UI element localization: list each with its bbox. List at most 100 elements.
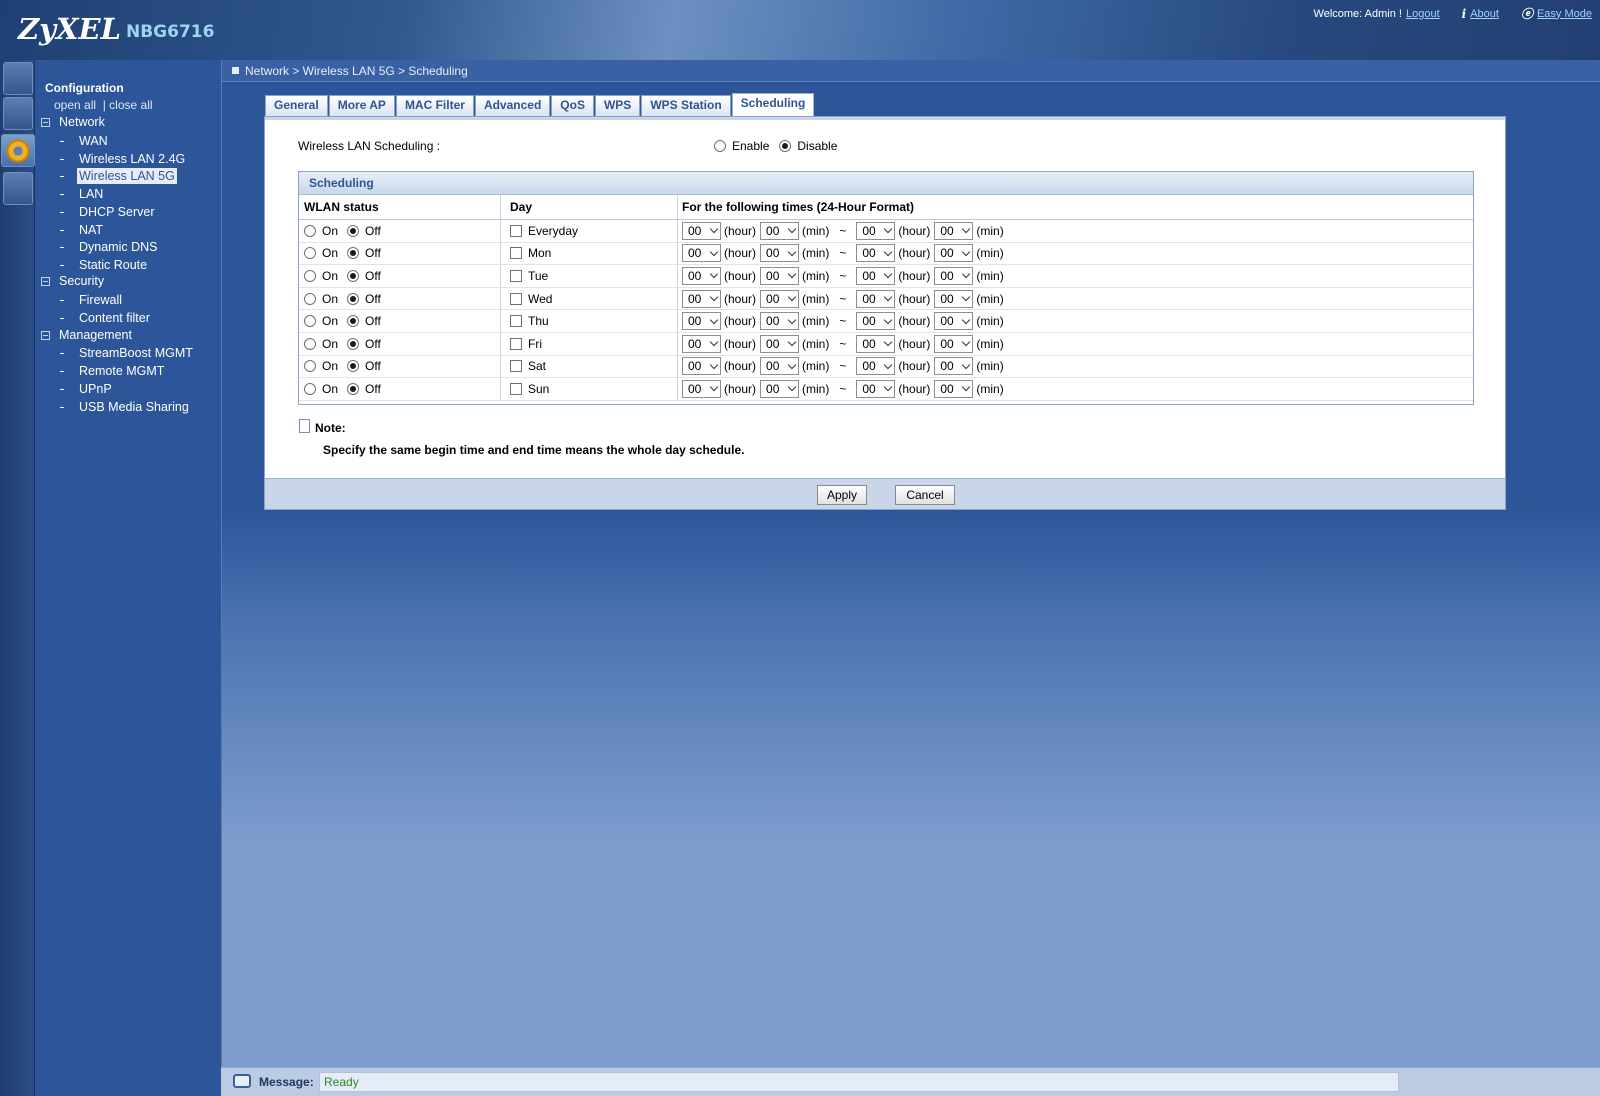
maintenance-icon[interactable] [3,172,33,205]
tab-mac-filter[interactable]: MAC Filter [395,95,474,116]
start-hour-select[interactable]: 00 [682,244,721,263]
end-min-select[interactable]: 00 [934,312,974,331]
end-hour-select[interactable]: 00 [856,379,896,398]
start-min-select[interactable]: 00 [760,334,800,353]
start-hour-select[interactable]: 00 [682,221,721,240]
sidebar-group-network[interactable]: Network [41,115,105,129]
times-cell: 00 (hour) 00 (min) ~00 (hour) 00 (min) [678,378,1473,400]
status-on-radio[interactable] [304,382,316,395]
close-all-link[interactable]: | close all [103,98,153,112]
start-min-select[interactable]: 00 [760,379,800,398]
status-monitor-icon[interactable] [3,62,33,95]
day-checkbox[interactable] [510,292,522,305]
sidebar-item-lan[interactable]: LAN [60,186,105,202]
sidebar-item-streamboost-mgmt[interactable]: StreamBoost MGMT [60,345,195,361]
configuration-gear-icon[interactable] [1,134,35,167]
day-checkbox[interactable] [510,224,522,237]
status-off-radio[interactable] [347,337,360,350]
status-on-radio[interactable] [304,292,316,305]
status-off-radio[interactable] [347,382,360,395]
start-hour-select[interactable]: 00 [682,357,721,376]
day-checkbox[interactable] [510,315,522,328]
start-min-select[interactable]: 00 [760,289,800,308]
start-hour-select[interactable]: 00 [682,266,721,285]
collapse-icon[interactable] [41,117,50,127]
status-off-radio[interactable] [347,247,360,260]
end-hour-select[interactable]: 00 [856,244,896,263]
status-on-radio[interactable] [304,269,316,282]
easy-mode-link[interactable]: Easy Mode [1537,8,1592,20]
sidebar-item-wireless-lan-2-4g[interactable]: Wireless LAN 2.4G [60,151,187,167]
sidebar-item-content-filter[interactable]: Content filter [60,310,152,326]
end-hour-select[interactable]: 00 [856,312,896,331]
tab-scheduling[interactable]: Scheduling [731,93,815,116]
status-off-radio[interactable] [347,292,360,305]
status-off-radio[interactable] [347,360,360,373]
day-checkbox[interactable] [510,269,522,282]
status-off-label: Off [365,291,381,306]
start-hour-select[interactable]: 00 [682,312,721,331]
tab-wps-station[interactable]: WPS Station [641,95,731,116]
collapse-icon[interactable] [41,276,50,286]
end-min-select[interactable]: 00 [934,379,974,398]
status-off-radio[interactable] [347,315,360,328]
sidebar-item-firewall[interactable]: Firewall [60,292,124,308]
end-hour-select[interactable]: 00 [856,334,896,353]
collapse-icon[interactable] [41,330,50,340]
sidebar-item-static-route[interactable]: Static Route [60,257,149,273]
wls-enable-radio[interactable] [714,140,726,152]
end-min-select[interactable]: 00 [934,289,974,308]
sidebar-item-dhcp-server[interactable]: DHCP Server [60,204,156,220]
status-on-radio[interactable] [304,315,316,328]
start-hour-select[interactable]: 00 [682,289,721,308]
day-label: Wed [528,291,553,306]
start-hour-select[interactable]: 00 [682,379,721,398]
end-hour-select[interactable]: 00 [856,266,896,285]
about-link[interactable]: About [1470,8,1499,20]
tab-qos[interactable]: QoS [551,95,594,116]
tab-advanced[interactable]: Advanced [474,95,551,116]
sidebar-item-remote-mgmt[interactable]: Remote MGMT [60,363,166,379]
cancel-button[interactable]: Cancel [895,485,955,505]
day-checkbox[interactable] [510,247,522,260]
logout-link[interactable]: Logout [1406,8,1440,20]
open-all-link[interactable]: open all [54,98,96,112]
tab-general[interactable]: General [265,95,328,116]
end-min-select[interactable]: 00 [934,266,974,285]
end-hour-select[interactable]: 00 [856,221,896,240]
status-on-radio[interactable] [304,337,316,350]
end-min-select[interactable]: 00 [934,221,974,240]
end-min-select[interactable]: 00 [934,244,974,263]
apply-button[interactable]: Apply [817,485,867,505]
start-min-select[interactable]: 00 [760,244,800,263]
end-min-select[interactable]: 00 [934,334,974,353]
tab-more-ap[interactable]: More AP [328,95,395,116]
sidebar-item-dynamic-dns[interactable]: Dynamic DNS [60,239,160,255]
sidebar-item-nat[interactable]: NAT [60,222,105,238]
start-min-select[interactable]: 00 [760,357,800,376]
sidebar-group-security[interactable]: Security [41,274,104,288]
status-on-radio[interactable] [304,224,316,237]
sidebar-group-management[interactable]: Management [41,328,132,342]
sidebar-item-upnp[interactable]: UPnP [60,381,114,397]
start-min-select[interactable]: 00 [760,312,800,331]
status-on-radio[interactable] [304,360,316,373]
day-checkbox[interactable] [510,382,522,395]
day-checkbox[interactable] [510,337,522,350]
monitor-icon[interactable] [3,97,33,130]
end-hour-select[interactable]: 00 [856,357,896,376]
tab-wps[interactable]: WPS [594,95,641,116]
start-min-select[interactable]: 00 [760,221,800,240]
start-hour-select[interactable]: 00 [682,334,721,353]
sidebar-item-usb-media-sharing[interactable]: USB Media Sharing [60,399,191,415]
wls-disable-radio[interactable] [779,140,792,152]
sidebar-item-wan[interactable]: WAN [60,133,110,149]
status-off-radio[interactable] [347,269,360,282]
status-on-radio[interactable] [304,247,316,260]
status-off-radio[interactable] [347,224,360,237]
end-min-select[interactable]: 00 [934,357,974,376]
day-checkbox[interactable] [510,360,522,373]
end-hour-select[interactable]: 00 [856,289,896,308]
start-min-select[interactable]: 00 [760,266,800,285]
sidebar-item-wireless-lan-5g[interactable]: Wireless LAN 5G [60,168,177,184]
